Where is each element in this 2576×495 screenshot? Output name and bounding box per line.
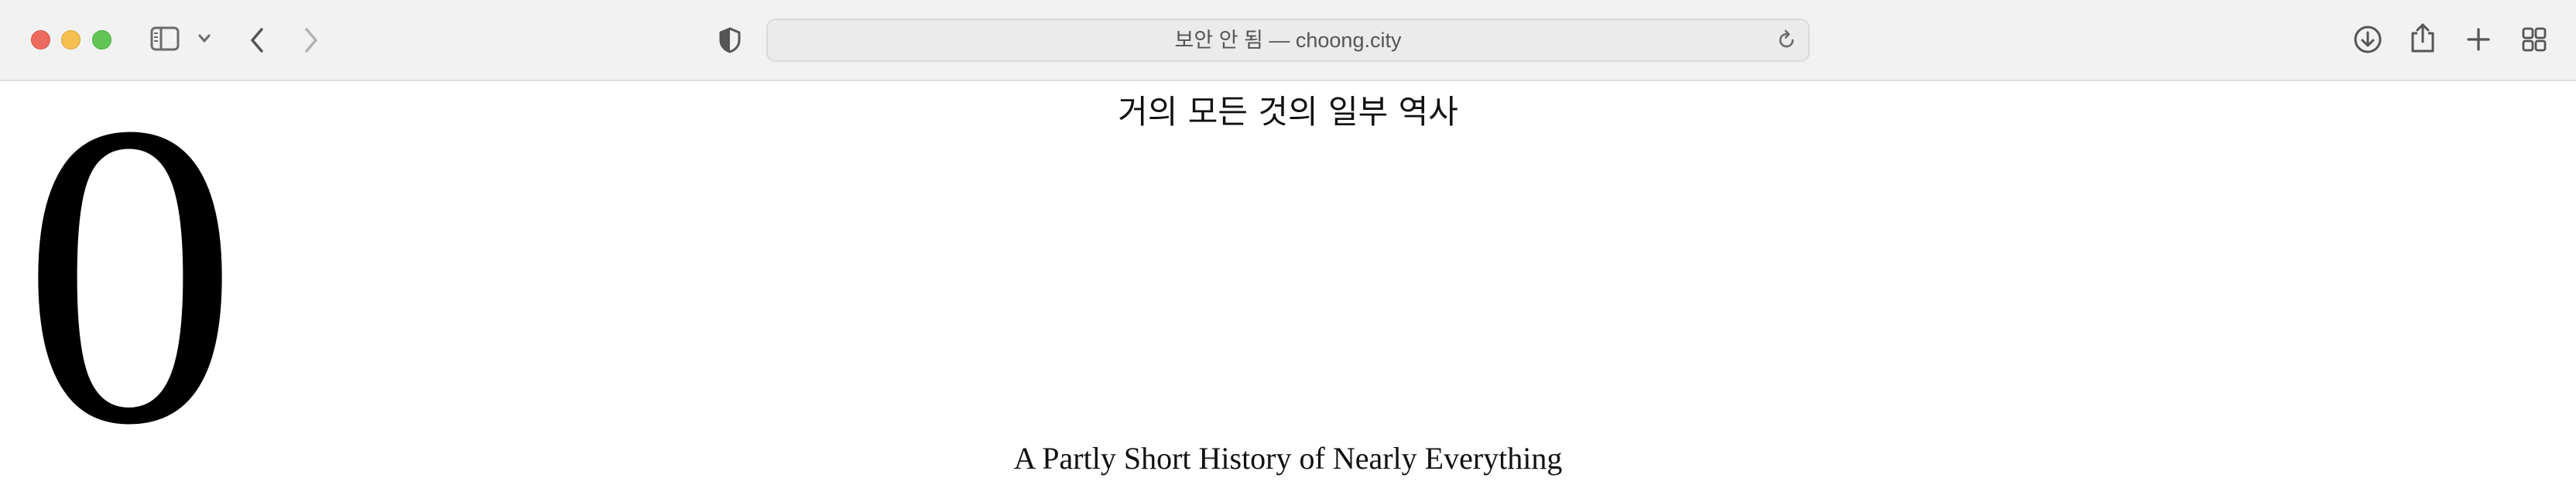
- privacy-shield-icon[interactable]: [718, 26, 742, 54]
- new-tab-plus-icon[interactable]: [2465, 26, 2492, 53]
- reload-icon[interactable]: [1776, 29, 1797, 51]
- share-icon[interactable]: [2409, 22, 2437, 54]
- browser-window: 보안 안 됨 — choong.city 거의 모든 것의 일부 역사 0 A …: [0, 0, 2576, 495]
- forward-arrow-icon[interactable]: [302, 26, 320, 54]
- address-bar[interactable]: 보안 안 됨 — choong.city: [766, 19, 1810, 62]
- browser-toolbar: 보안 안 됨 — choong.city: [0, 0, 2576, 81]
- page-title-korean: 거의 모든 것의 일부 역사: [1118, 93, 1458, 131]
- back-arrow-icon[interactable]: [248, 26, 266, 54]
- address-text[interactable]: 보안 안 됨 — choong.city: [768, 20, 1808, 60]
- download-icon[interactable]: [2353, 25, 2382, 54]
- tab-overview-icon[interactable]: [2521, 26, 2547, 53]
- page-subtitle-english: A Partly Short History of Nearly Everyth…: [1013, 441, 1563, 476]
- big-numeral: 0: [22, 35, 238, 495]
- page-content: 거의 모든 것의 일부 역사 0 A Partly Short History …: [0, 35, 2576, 495]
